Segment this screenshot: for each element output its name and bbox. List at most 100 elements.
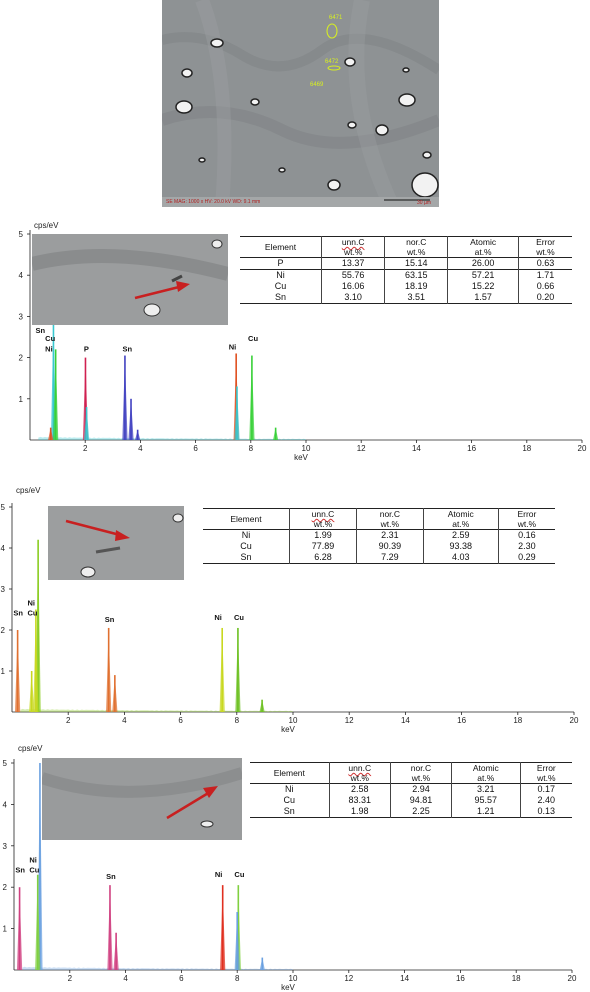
inset-image [32, 234, 228, 325]
y-tick-label: 4 [19, 271, 24, 280]
y-tick-label: 2 [19, 354, 24, 363]
marker-label: 6471 [329, 15, 343, 21]
x-tick-label: 16 [456, 974, 465, 983]
y-tick-label: 2 [3, 883, 8, 892]
x-tick-label: 16 [467, 444, 476, 453]
x-tick-label: 6 [193, 444, 198, 453]
x-tick-label: 20 [578, 444, 587, 453]
y-tick-label: 1 [1, 667, 6, 676]
x-tick-label: 6 [178, 716, 183, 725]
header-unit: wt.% [313, 519, 333, 529]
element-cell: Ni [276, 270, 285, 280]
value-cell: 2.40 [519, 795, 572, 806]
value-cell: 57.21 [447, 269, 519, 281]
value-cell: 1.57 [447, 292, 519, 304]
value-cell: 77.89 [288, 541, 357, 552]
table-row: Sn 3.10 3.51 1.57 0.20 [240, 292, 572, 304]
table-header-row: Element unn.C wt.% nor.C wt.% Atomic at.% Error… [240, 236, 572, 258]
header-line: Element [273, 768, 305, 778]
table-row: Ni 55.76 63.15 57.21 1.71 [240, 269, 572, 281]
value-cell: 93.38 [422, 541, 499, 552]
value-cell: 63.15 [384, 269, 448, 281]
header-unit: at.% [477, 773, 495, 783]
x-tick-label: 4 [122, 716, 127, 725]
value-cell: 0.29 [497, 552, 555, 564]
peak-label: Cu [234, 870, 244, 879]
x-tick-label: 2 [66, 716, 71, 725]
y-tick-label: 2 [1, 626, 6, 635]
table-header-cell: Element [203, 509, 289, 530]
spectrum-continuum [20, 708, 294, 712]
x-tick-label: 10 [289, 716, 298, 725]
header-line: unn.C [348, 763, 372, 773]
header-unit: at.% [474, 247, 492, 257]
value-cell: 94.81 [389, 795, 452, 806]
table-row: Sn 6.28 7.29 4.03 0.29 [203, 552, 555, 564]
eds-panel-3: 1 2 3 4 5 2 4 6 8 10 12 14 16 18 20 keV cps/eV Sn Ni Cu Sn Ni… [0, 744, 590, 992]
x-tick-label: 14 [412, 444, 421, 453]
peak-label: Cu [248, 334, 258, 343]
x-tick-label: 20 [570, 716, 579, 725]
table-row: Ni 2.58 2.94 3.21 0.17 [250, 783, 572, 795]
value-cell: 15.14 [384, 257, 448, 270]
table-header-cell: Error wt.% [518, 236, 572, 258]
x-tick-label: 12 [357, 444, 366, 453]
value-cell: 2.30 [497, 541, 555, 552]
header-unit: wt.% [537, 773, 556, 783]
value-cell: 18.19 [384, 281, 448, 292]
peak-label: Sn [106, 872, 116, 881]
value-cell: 1.99 [288, 529, 357, 541]
header-line: Error [517, 509, 537, 519]
value-cell: 83.31 [328, 795, 391, 806]
y-tick-label: 5 [19, 230, 24, 239]
header-line: Error [536, 237, 555, 247]
x-tick-label: 2 [68, 974, 73, 983]
sem-inset-1 [32, 234, 228, 325]
value-cell: 26.00 [447, 257, 519, 270]
x-tick-label: 8 [235, 716, 240, 725]
value-cell: 2.59 [422, 529, 499, 541]
y-axis-label: cps/eV [34, 221, 59, 230]
value-cell: 3.51 [384, 292, 448, 304]
value-cell: 1.21 [450, 806, 521, 818]
element-cell: Sn [283, 806, 295, 816]
x-tick-label: 10 [302, 444, 311, 453]
x-axis-label: keV [294, 453, 308, 462]
header-line: unn.C [311, 509, 335, 519]
peak-label: Sn [122, 344, 132, 353]
value-cell: 55.76 [321, 269, 385, 281]
table-header-cell: Element [250, 763, 329, 784]
element-cell: Ni [285, 784, 294, 794]
peak-label: Sn [105, 615, 115, 624]
table-header-cell: nor.C wt.% [384, 236, 448, 258]
value-cell: 15.22 [447, 281, 519, 292]
element-cell: Sn [240, 552, 252, 562]
y-tick-label: 3 [3, 842, 8, 851]
value-cell: 3.10 [321, 292, 385, 304]
table-row: Sn 1.98 2.25 1.21 0.13 [250, 806, 572, 818]
peak-label: Ni [45, 344, 53, 353]
x-tick-label: 4 [123, 974, 128, 983]
x-tick-label: 18 [513, 716, 522, 725]
value-cell: 2.31 [356, 529, 424, 541]
header-line: nor.C [379, 509, 401, 519]
peak-label: Sn [13, 609, 23, 618]
element-cell: Cu [240, 541, 252, 551]
marker-label: 6469 [310, 82, 324, 88]
y-tick-label: 3 [1, 585, 6, 594]
header-line: Atomic [470, 237, 497, 247]
header-line: Atomic [447, 509, 474, 519]
table-header-cell: Atomic at.% [447, 236, 519, 258]
header-unit: wt.% [380, 519, 400, 529]
y-tick-label: 4 [1, 544, 6, 553]
header-unit: wt.% [350, 773, 369, 783]
element-cell: Cu [283, 795, 296, 805]
x-tick-label: 20 [568, 974, 577, 983]
peak-label: Cu [29, 866, 39, 875]
header-line: Element [264, 242, 297, 252]
x-tick-label: 12 [344, 974, 353, 983]
composition-table-1: Element unn.C wt.% nor.C wt.% Atomic at.% Error… [240, 236, 572, 304]
x-tick-label: 6 [179, 974, 184, 983]
spectrum-continuum [38, 436, 306, 440]
table-row: P 13.37 15.14 26.00 0.63 [240, 257, 572, 270]
